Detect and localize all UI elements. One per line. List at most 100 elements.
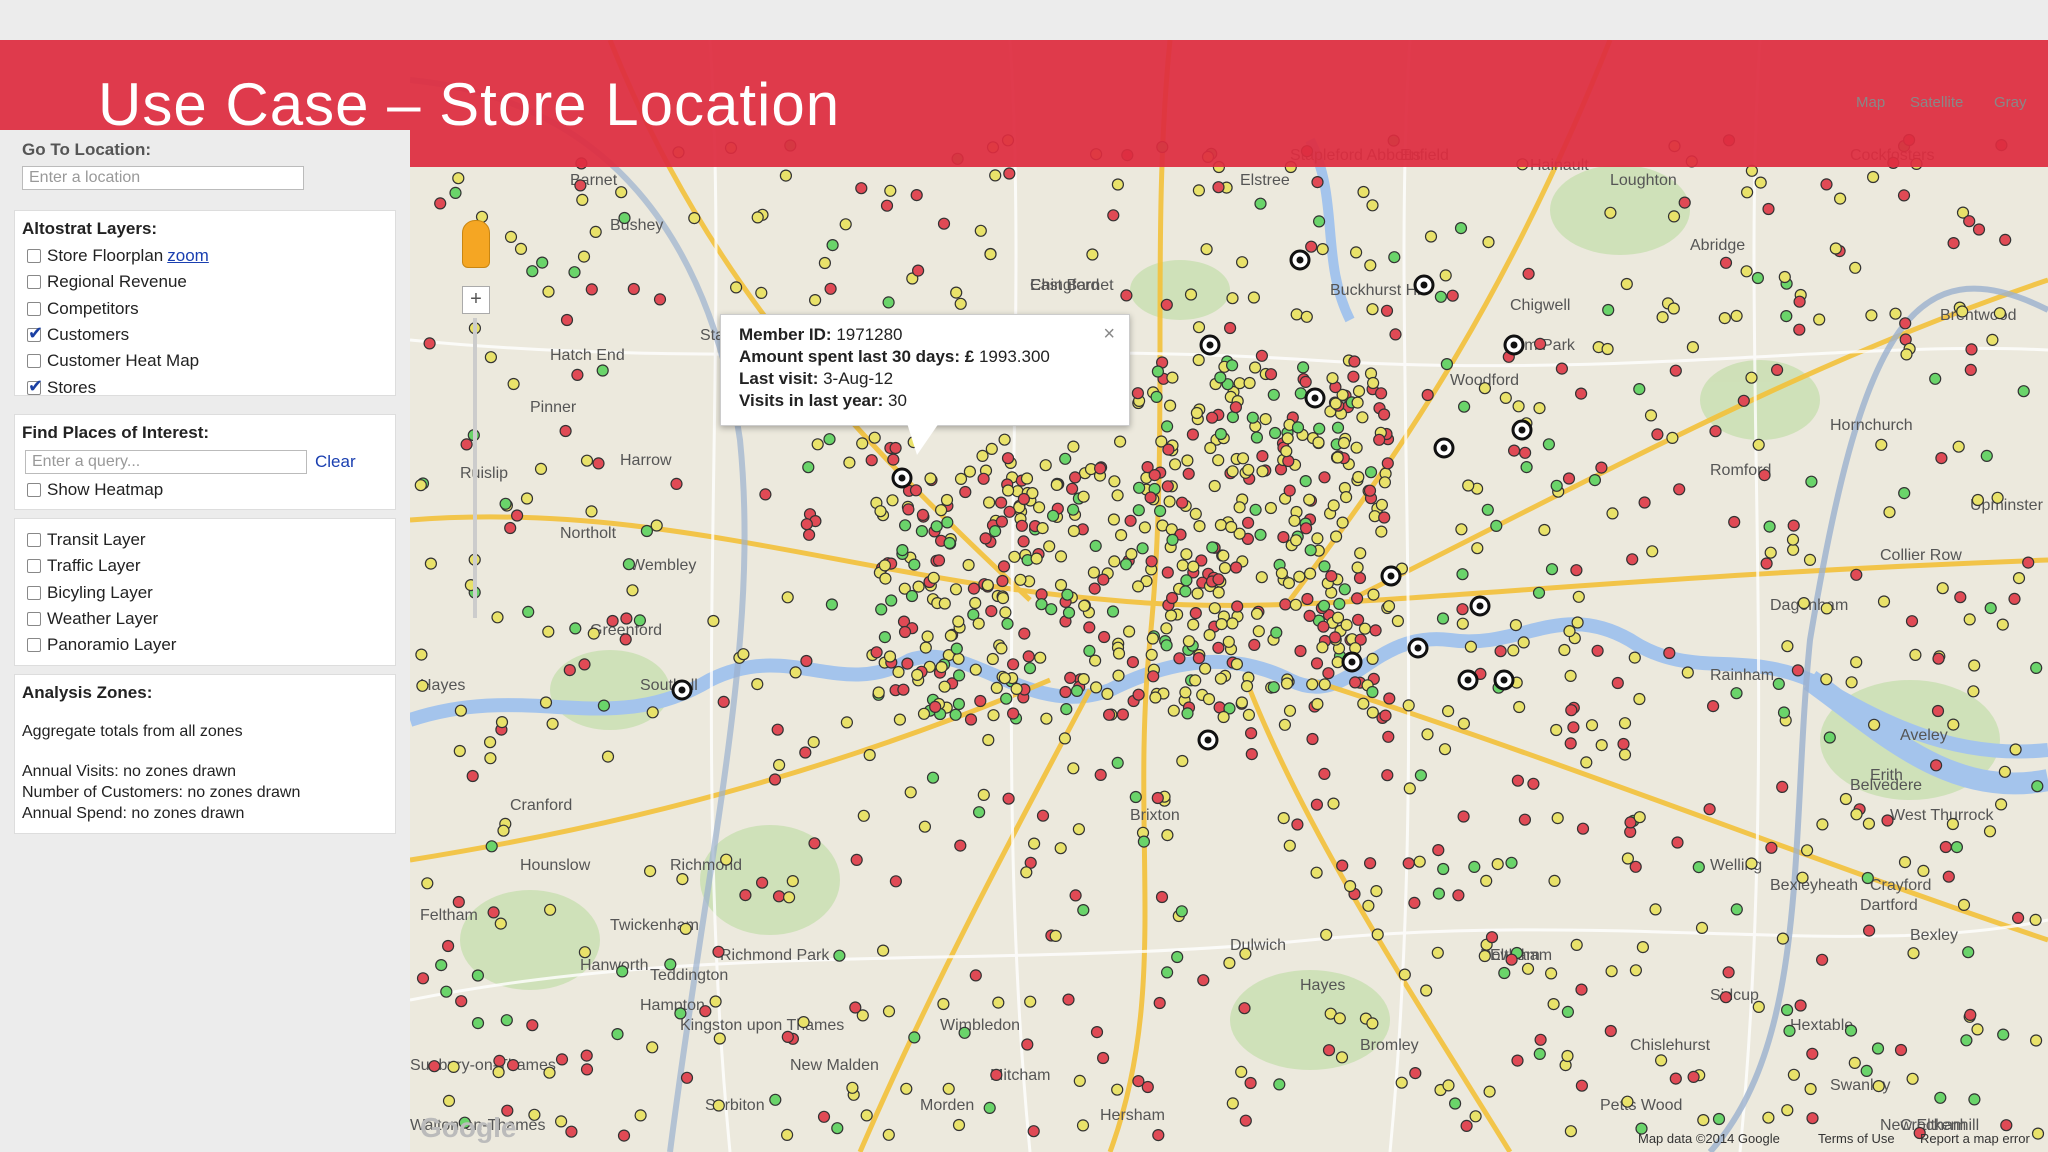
customer-marker[interactable] [825, 598, 838, 611]
customer-marker[interactable] [1278, 718, 1292, 731]
customer-marker[interactable] [653, 293, 667, 306]
customer-marker[interactable] [1200, 243, 1213, 256]
customer-marker[interactable] [1364, 259, 1377, 272]
customer-marker[interactable] [751, 677, 764, 691]
customer-marker[interactable] [483, 736, 497, 749]
customer-marker[interactable] [988, 525, 1002, 538]
customer-marker[interactable] [1751, 271, 1765, 285]
customer-marker[interactable] [442, 1094, 456, 1108]
customer-marker[interactable] [982, 496, 996, 509]
customer-marker[interactable] [1102, 708, 1116, 721]
customer-marker[interactable] [1318, 471, 1331, 484]
customer-marker[interactable] [919, 641, 932, 654]
customer-marker[interactable] [1745, 371, 1758, 384]
customer-marker[interactable] [2008, 592, 2021, 606]
customer-marker[interactable] [2031, 1127, 2045, 1140]
customer-marker[interactable] [1113, 435, 1127, 448]
customer-marker[interactable] [1633, 383, 1646, 396]
customer-marker[interactable] [1867, 718, 1881, 731]
customer-marker[interactable] [1498, 966, 1511, 980]
customer-marker[interactable] [454, 704, 468, 717]
customer-marker[interactable] [1533, 1047, 1546, 1061]
customer-marker[interactable] [1252, 625, 1265, 638]
customer-marker[interactable] [1997, 1028, 2010, 1041]
customer-marker[interactable] [1595, 461, 1608, 474]
customer-marker[interactable] [1035, 598, 1048, 611]
customer-marker[interactable] [1192, 321, 1206, 334]
customer-marker[interactable] [1570, 938, 1583, 952]
customer-marker[interactable] [1666, 431, 1679, 444]
customer-marker[interactable] [929, 700, 942, 714]
layer-stores[interactable]: Stores [15, 374, 395, 400]
customer-marker[interactable] [504, 521, 517, 535]
customer-marker[interactable] [940, 493, 954, 507]
customer-marker[interactable] [1214, 518, 1228, 532]
customer-marker[interactable] [772, 890, 786, 903]
customer-marker[interactable] [1239, 947, 1252, 960]
customer-marker[interactable] [872, 686, 885, 699]
customer-marker[interactable] [1318, 767, 1331, 781]
customer-marker[interactable] [1681, 666, 1694, 679]
customer-marker[interactable] [1446, 289, 1459, 302]
customer-marker[interactable] [1984, 601, 1997, 615]
customer-marker[interactable] [1371, 928, 1384, 941]
customer-marker[interactable] [797, 1015, 810, 1029]
customer-marker[interactable] [542, 285, 555, 298]
customer-marker[interactable] [1218, 561, 1232, 575]
customer-marker[interactable] [1289, 534, 1303, 547]
customer-marker[interactable] [1996, 618, 2009, 631]
customer-marker[interactable] [1166, 533, 1179, 546]
customer-marker[interactable] [930, 520, 943, 533]
customer-marker[interactable] [1331, 421, 1345, 434]
customer-marker[interactable] [1671, 836, 1684, 849]
customer-marker[interactable] [1120, 289, 1133, 302]
customer-marker[interactable] [985, 442, 998, 455]
customer-marker[interactable] [1777, 706, 1791, 719]
customer-marker[interactable] [1620, 277, 1633, 291]
customer-marker[interactable] [1187, 560, 1200, 573]
customer-marker[interactable] [1663, 646, 1676, 660]
customer-marker[interactable] [771, 723, 784, 736]
zoom-in-button[interactable]: + [462, 286, 490, 314]
customer-marker[interactable] [1776, 780, 1789, 794]
store-marker-icon[interactable] [1469, 595, 1491, 617]
customer-marker[interactable] [712, 945, 725, 958]
customer-marker[interactable] [1331, 451, 1344, 464]
customer-marker[interactable] [915, 525, 928, 538]
customer-marker[interactable] [1572, 590, 1585, 603]
customer-marker[interactable] [1555, 362, 1569, 375]
customer-marker[interactable] [909, 484, 923, 497]
customer-marker[interactable] [1002, 792, 1015, 805]
customer-marker[interactable] [1604, 1024, 1617, 1038]
customer-marker[interactable] [1101, 687, 1114, 701]
customer-marker[interactable] [1667, 210, 1681, 223]
store-marker-icon[interactable] [1457, 669, 1479, 691]
customer-marker[interactable] [992, 996, 1005, 1009]
customer-marker[interactable] [1311, 697, 1324, 711]
customer-marker[interactable] [789, 666, 802, 679]
customer-marker[interactable] [1421, 388, 1434, 402]
customer-marker[interactable] [1290, 308, 1303, 321]
customer-marker[interactable] [1357, 697, 1370, 710]
customer-marker[interactable] [1316, 641, 1329, 654]
customer-marker[interactable] [1563, 624, 1576, 638]
customer-marker[interactable] [1351, 396, 1364, 409]
customer-marker[interactable] [868, 431, 881, 444]
customer-marker[interactable] [1730, 903, 1743, 916]
customer-marker[interactable] [1845, 676, 1858, 689]
customer-marker[interactable] [860, 1109, 873, 1122]
customer-marker[interactable] [1561, 1049, 1574, 1063]
customer-marker[interactable] [1860, 1064, 1873, 1078]
customer-marker[interactable] [1438, 743, 1452, 756]
customer-marker[interactable] [969, 969, 982, 982]
customer-marker[interactable] [1280, 445, 1293, 458]
customer-marker[interactable] [1193, 520, 1206, 533]
customer-marker[interactable] [1317, 620, 1330, 633]
customer-marker[interactable] [485, 840, 498, 853]
customer-marker[interactable] [650, 519, 663, 532]
customer-marker[interactable] [1160, 966, 1174, 979]
customer-marker[interactable] [908, 1031, 921, 1044]
terms-link[interactable]: Terms of Use [1818, 1131, 1895, 1146]
traffic-layer-row[interactable]: Traffic Layer [15, 553, 395, 579]
customer-marker[interactable] [1040, 712, 1053, 725]
